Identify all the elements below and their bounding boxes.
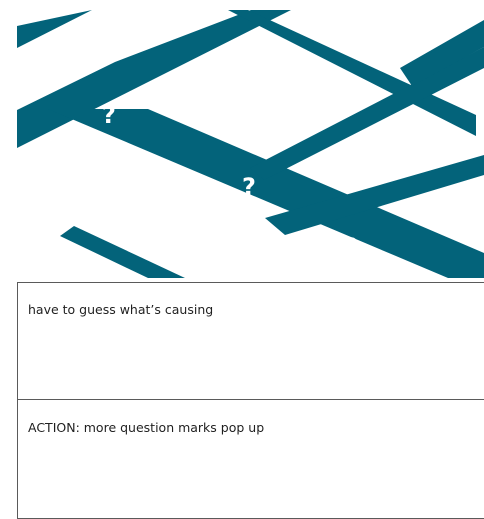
caption-text-1: have to guess what’s causing <box>28 302 214 317</box>
stripe-top-left <box>17 10 92 48</box>
question-mark-5: ? <box>344 233 358 261</box>
caption-text-2: ACTION: more question marks pop up <box>28 420 265 435</box>
question-mark-4: ? <box>242 173 256 201</box>
caption-panel-2: ACTION: more question marks pop up <box>17 399 484 519</box>
stripe-bottom-left <box>60 226 185 278</box>
grid-illustration: ? ? ? ? ? <box>17 10 484 278</box>
question-mark-3: ? <box>102 101 116 129</box>
diagonal-stripes <box>17 10 484 278</box>
question-mark-2: ? <box>359 24 373 52</box>
storyboard-frame: ? ? ? ? ? <box>17 10 484 278</box>
caption-panel-1: have to guess what’s causing <box>17 282 484 400</box>
question-mark-1: ? <box>216 44 230 72</box>
